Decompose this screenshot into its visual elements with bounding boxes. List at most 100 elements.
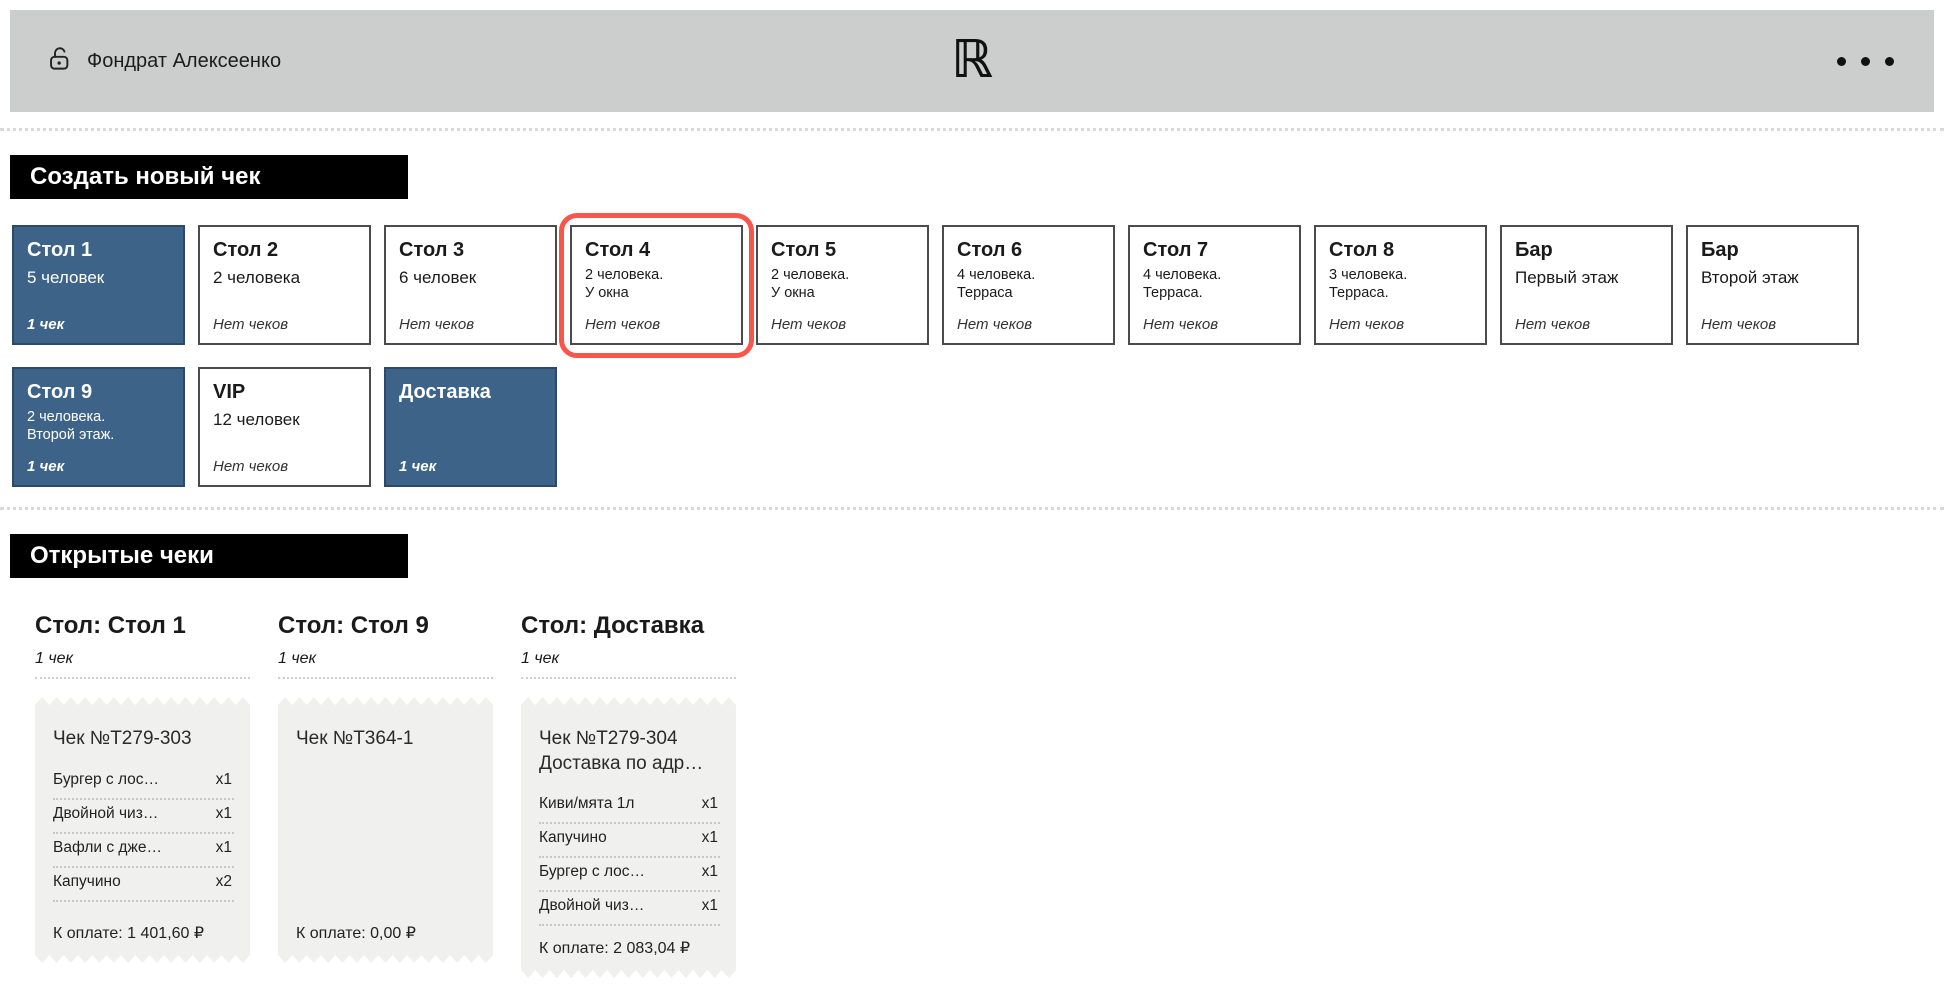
rkeeper-logo: ℝ xyxy=(951,34,993,86)
receipt-total: К оплате: 0,00 ₽ xyxy=(296,911,477,943)
table-status: Нет чеков xyxy=(1143,316,1286,333)
table-status: 1 чек xyxy=(27,458,170,475)
table-card-grid: Стол 1 5 человек 1 чек Стол 2 2 человека… xyxy=(12,225,1932,487)
table-status: Нет чеков xyxy=(585,316,728,333)
table-status: Нет чеков xyxy=(213,458,356,475)
table-title: Стол 1 xyxy=(27,239,170,262)
table-subtitle: 3 человека. Терраса. xyxy=(1329,266,1472,302)
check-column-count: 1 чек xyxy=(35,650,250,679)
table-card-bar-2[interactable]: Бар Второй этаж Нет чеков xyxy=(1686,225,1859,345)
table-title: Бар xyxy=(1701,239,1844,262)
receipt-zigzag-bottom xyxy=(278,955,493,963)
receipt-item: Двойной чиз… x1 xyxy=(53,800,234,834)
receipt-card-t279-304[interactable]: Чек №Т279-304 Доставка по адр… Киви/мята… xyxy=(521,697,736,978)
table-subtitle: 2 человека. У окна xyxy=(771,266,914,302)
table-title: Стол 9 xyxy=(27,381,170,404)
check-column-dostavka: Стол: Доставка 1 чек Чек №Т279-304 Доста… xyxy=(521,612,736,978)
table-card-vip[interactable]: VIP 12 человек Нет чеков xyxy=(198,367,371,487)
receipt-zigzag-top xyxy=(35,697,250,705)
item-qty: x2 xyxy=(216,873,232,891)
table-status: Нет чеков xyxy=(213,316,356,333)
table-subtitle: 6 человек xyxy=(399,267,542,288)
receipt-card-t279-303[interactable]: Чек №Т279-303 Бургер с лос… x1 Двойной ч… xyxy=(35,697,250,963)
item-qty: x1 xyxy=(216,839,232,857)
receipt-number: Чек №Т279-304 xyxy=(539,727,720,752)
receipt-item: Капучино x2 xyxy=(53,868,234,902)
check-column-title: Стол: Стол 9 xyxy=(278,612,493,640)
table-subtitle: 12 человек xyxy=(213,409,356,430)
check-column-count: 1 чек xyxy=(521,650,736,679)
receipt-item: Двойной чиз… x1 xyxy=(539,892,720,926)
table-subtitle: 2 человека xyxy=(213,267,356,288)
table-title: Стол 7 xyxy=(1143,239,1286,262)
table-card-stol-5[interactable]: Стол 5 2 человека. У окна Нет чеков xyxy=(756,225,929,345)
receipt-card-t364-1[interactable]: Чек №Т364-1 К оплате: 0,00 ₽ xyxy=(278,697,493,963)
table-card-stol-2[interactable]: Стол 2 2 человека Нет чеков xyxy=(198,225,371,345)
receipt-zigzag-bottom xyxy=(35,955,250,963)
more-dots-icon xyxy=(1885,57,1894,66)
receipt-item: Капучино x1 xyxy=(539,824,720,858)
table-card-stol-8[interactable]: Стол 8 3 человека. Терраса. Нет чеков xyxy=(1314,225,1487,345)
table-status: Нет чеков xyxy=(399,316,542,333)
receipt-item: Бургер с лос… x1 xyxy=(539,858,720,892)
receipt-body: Чек №Т279-303 Бургер с лос… x1 Двойной ч… xyxy=(35,705,250,955)
table-card-stol-3[interactable]: Стол 3 6 человек Нет чеков xyxy=(384,225,557,345)
table-card-stol-4[interactable]: Стол 4 2 человека. У окна Нет чеков xyxy=(570,225,743,345)
table-subtitle: 4 человека. Терраса. xyxy=(1143,266,1286,302)
receipt-item: Вафли с дже… x1 xyxy=(53,834,234,868)
item-name: Бургер с лос… xyxy=(53,771,159,789)
table-card-dostavka[interactable]: Доставка 1 чек xyxy=(384,367,557,487)
more-dots-icon xyxy=(1837,57,1846,66)
table-subtitle: Второй этаж xyxy=(1701,267,1844,288)
table-status: Нет чеков xyxy=(1515,316,1658,333)
unlocked-padlock-icon xyxy=(46,45,73,77)
item-name: Капучино xyxy=(53,873,121,891)
item-qty: x1 xyxy=(702,795,718,813)
receipt-delivery-note: Доставка по адр… xyxy=(539,752,720,777)
receipt-number: Чек №Т364-1 xyxy=(296,727,477,752)
table-status: 1 чек xyxy=(27,316,170,333)
top-bar: Фондрат Алексеенко ℝ xyxy=(10,10,1934,112)
open-checks-row: Стол: Стол 1 1 чек Чек №Т279-303 Бургер … xyxy=(35,612,1944,978)
check-column-stol-1: Стол: Стол 1 1 чек Чек №Т279-303 Бургер … xyxy=(35,612,250,978)
more-menu-button[interactable] xyxy=(1833,47,1898,76)
receipt-body: Чек №Т364-1 К оплате: 0,00 ₽ xyxy=(278,705,493,955)
table-title: Стол 4 xyxy=(585,239,728,262)
table-title: Доставка xyxy=(399,381,542,404)
receipt-zigzag-top xyxy=(278,697,493,705)
check-column-count: 1 чек xyxy=(278,650,493,679)
item-name: Бургер с лос… xyxy=(539,863,645,881)
item-qty: x1 xyxy=(216,805,232,823)
item-name: Двойной чиз… xyxy=(53,805,158,823)
table-card-stol-7[interactable]: Стол 7 4 человека. Терраса. Нет чеков xyxy=(1128,225,1301,345)
divider xyxy=(0,507,1944,510)
table-title: Бар xyxy=(1515,239,1658,262)
section-header-create-check: Создать новый чек xyxy=(10,155,408,199)
table-status: Нет чеков xyxy=(1701,316,1844,333)
table-subtitle: 4 человека. Терраса xyxy=(957,266,1100,302)
receipt-items: Бургер с лос… x1 Двойной чиз… x1 Вафли с… xyxy=(53,766,234,902)
item-name: Капучино xyxy=(539,829,607,847)
table-card-stol-6[interactable]: Стол 6 4 человека. Терраса Нет чеков xyxy=(942,225,1115,345)
item-name: Двойной чиз… xyxy=(539,897,644,915)
table-card-stol-9[interactable]: Стол 9 2 человека. Второй этаж. 1 чек xyxy=(12,367,185,487)
table-status: Нет чеков xyxy=(957,316,1100,333)
receipt-zigzag-bottom xyxy=(521,970,736,978)
table-title: Стол 2 xyxy=(213,239,356,262)
check-column-stol-9: Стол: Стол 9 1 чек Чек №Т364-1 К оплате:… xyxy=(278,612,493,978)
table-card-stol-1[interactable]: Стол 1 5 человек 1 чек xyxy=(12,225,185,345)
receipt-item: Киви/мята 1л x1 xyxy=(539,790,720,824)
table-title: Стол 6 xyxy=(957,239,1100,262)
receipt-number: Чек №Т279-303 xyxy=(53,727,234,752)
receipt-items: Киви/мята 1л x1 Капучино x1 Бургер с лос… xyxy=(539,790,720,926)
item-name: Вафли с дже… xyxy=(53,839,162,857)
table-card-bar-1[interactable]: Бар Первый этаж Нет чеков xyxy=(1500,225,1673,345)
table-status: 1 чек xyxy=(399,458,542,475)
receipt-zigzag-top xyxy=(521,697,736,705)
receipt-total: К оплате: 2 083,04 ₽ xyxy=(539,926,720,958)
table-status: Нет чеков xyxy=(1329,316,1472,333)
receipt-body: Чек №Т279-304 Доставка по адр… Киви/мята… xyxy=(521,705,736,970)
current-user-button[interactable]: Фондрат Алексеенко xyxy=(46,45,281,77)
item-qty: x1 xyxy=(702,829,718,847)
divider xyxy=(0,128,1944,131)
